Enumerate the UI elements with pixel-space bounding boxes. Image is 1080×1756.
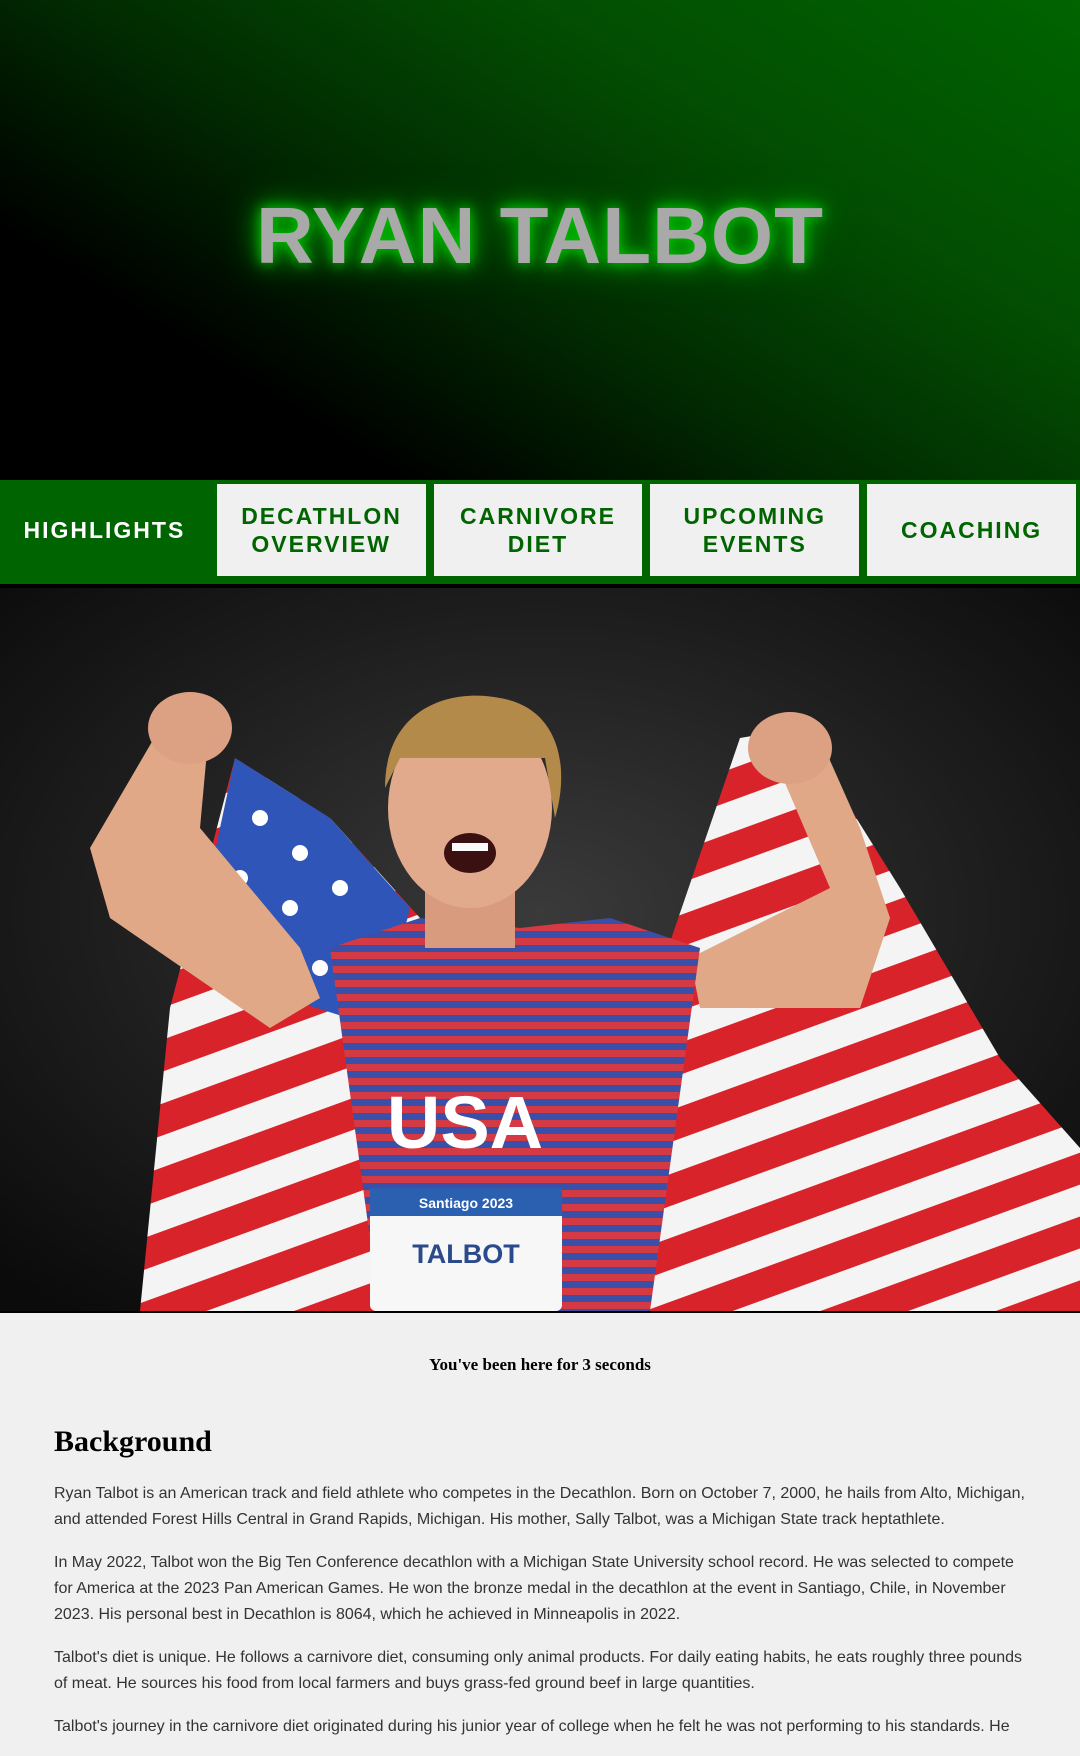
page-title: RYAN TALBOT <box>255 191 825 280</box>
athlete-photo: USA Santiago 2023 TALBOT <box>0 588 1080 1313</box>
paragraph: Ryan Talbot is an American track and fie… <box>54 1485 1025 1528</box>
time-on-page-counter: You've been here for 3 seconds <box>429 1355 651 1374</box>
nav-upcoming-events-label: UPCOMING EVENTS <box>683 503 827 557</box>
nav-carnivore-diet[interactable]: CARNIVORE DIET <box>433 484 643 576</box>
jersey-text: USA <box>387 1081 543 1164</box>
main-nav: HIGHLIGHTS DECATHLON OVERVIEW CARNIVORE … <box>0 480 1080 588</box>
nav-carnivore-diet-label: CARNIVORE DIET <box>459 503 616 557</box>
nav-highlights[interactable]: HIGHLIGHTS <box>0 484 209 576</box>
bib-name-text: TALBOT <box>412 1239 520 1269</box>
paragraph: Talbot's diet is unique. He follows a ca… <box>54 1649 1023 1692</box>
athlete-with-flag-photo-icon: USA Santiago 2023 TALBOT <box>0 588 1080 1311</box>
paragraph: Talbot's journey in the carnivore diet o… <box>54 1718 1010 1735</box>
nav-upcoming-events[interactable]: UPCOMING EVENTS <box>650 484 860 576</box>
nav-coaching[interactable]: COACHING <box>867 484 1076 576</box>
nav-decathlon-overview[interactable]: DECATHLON OVERVIEW <box>216 484 426 576</box>
background-section: Background Ryan Talbot is an American tr… <box>0 1375 1080 1740</box>
nav-decathlon-overview-label: DECATHLON OVERVIEW <box>241 503 402 557</box>
bib-event-text: Santiago 2023 <box>419 1195 513 1211</box>
section-heading: Background <box>54 1425 212 1458</box>
paragraph: In May 2022, Talbot won the Big Ten Conf… <box>54 1554 1014 1623</box>
hero-banner: RYAN TALBOT <box>0 0 1080 480</box>
